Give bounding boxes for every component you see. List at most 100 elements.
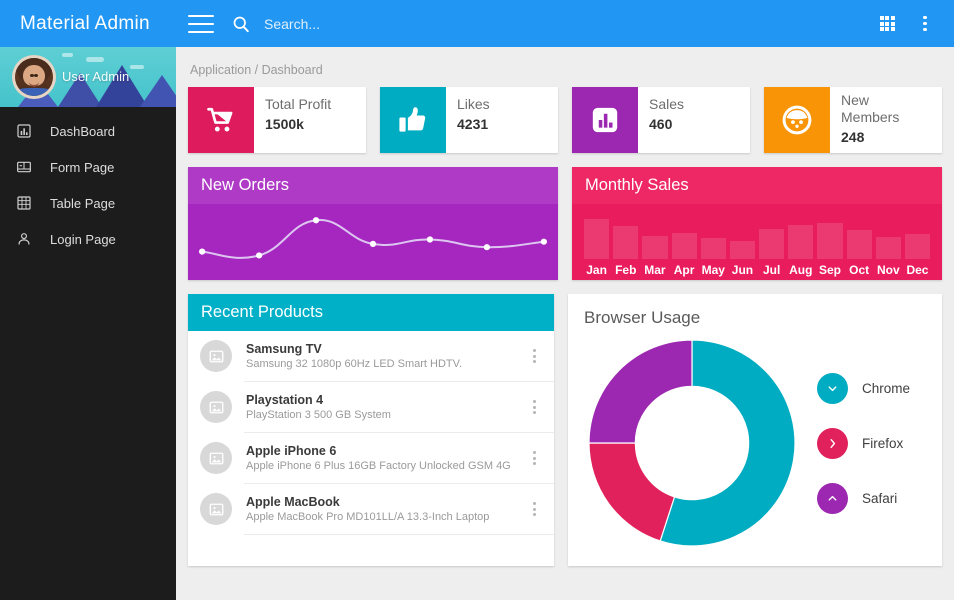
product-list: Samsung TVSamsung 32 1080p 60Hz LED Smar… bbox=[188, 331, 554, 535]
list-item[interactable]: Samsung TVSamsung 32 1080p 60Hz LED Smar… bbox=[188, 331, 554, 381]
donut-chart-wrapper bbox=[584, 337, 799, 549]
bar bbox=[905, 234, 930, 259]
bar-column: Mar bbox=[642, 204, 667, 279]
sidebar: User Admin DashBoard bbox=[0, 47, 176, 600]
image-placeholder-icon bbox=[200, 493, 232, 525]
sidebar-profile[interactable]: User Admin bbox=[0, 47, 176, 107]
bar bbox=[759, 229, 784, 259]
sidebar-item-label: Login Page bbox=[50, 232, 116, 247]
browser-usage-panel: Browser Usage ChromeFirefoxSafari bbox=[568, 294, 942, 566]
more-vertical-icon[interactable] bbox=[525, 349, 544, 363]
shopping-cart-icon bbox=[188, 87, 254, 153]
grid-icon bbox=[880, 16, 895, 31]
search-input[interactable] bbox=[264, 10, 870, 38]
bar-label: Dec bbox=[905, 259, 930, 279]
stat-label: New Members bbox=[841, 92, 915, 126]
bar-label: Jun bbox=[730, 259, 755, 279]
product-text: Apple MacBookApple MacBook Pro MD101LL/A… bbox=[246, 494, 525, 525]
bar-column: Jun bbox=[730, 204, 755, 279]
donut-chart-svg bbox=[586, 337, 798, 549]
bar-column: Apr bbox=[672, 204, 697, 279]
sidebar-item-login-page[interactable]: Login Page bbox=[0, 221, 176, 257]
apps-grid-button[interactable] bbox=[870, 4, 904, 44]
legend-item-chrome[interactable]: Chrome bbox=[817, 373, 926, 404]
form-icon bbox=[16, 159, 50, 175]
bar-label: Jan bbox=[584, 259, 609, 279]
product-description: Apple iPhone 6 Plus 16GB Factory Unlocke… bbox=[246, 459, 525, 474]
bar-label: Jul bbox=[759, 259, 784, 279]
stat-value: 4231 bbox=[457, 115, 558, 133]
more-vertical-icon[interactable] bbox=[525, 502, 544, 516]
chevron-down-icon bbox=[817, 373, 848, 404]
face-icon bbox=[764, 87, 830, 153]
sidebar-item-label: DashBoard bbox=[50, 124, 115, 139]
cloud-shape bbox=[86, 57, 104, 62]
sidebar-nav: DashBoard Form Page bbox=[0, 107, 176, 257]
search-icon[interactable] bbox=[228, 14, 254, 34]
new-orders-line-chart bbox=[188, 204, 558, 279]
bar-label: Nov bbox=[876, 259, 901, 279]
sidebar-item-form-page[interactable]: Form Page bbox=[0, 149, 176, 185]
stat-card-likes[interactable]: Likes 4231 bbox=[380, 87, 558, 153]
product-text: Playstation 4PlayStation 3 500 GB System bbox=[246, 392, 525, 423]
bar bbox=[642, 236, 667, 259]
chevron-right-icon bbox=[817, 428, 848, 459]
bar-column: Sep bbox=[817, 204, 842, 279]
bar bbox=[730, 241, 755, 259]
bar bbox=[788, 225, 813, 259]
legend-item-safari[interactable]: Safari bbox=[817, 483, 926, 514]
hamburger-icon[interactable] bbox=[188, 15, 214, 33]
brand-label: Material Admin bbox=[20, 13, 150, 35]
more-vertical-icon[interactable] bbox=[525, 451, 544, 465]
stat-body: Sales 460 bbox=[638, 87, 750, 153]
hamburger-bar bbox=[188, 23, 214, 25]
legend-label: Safari bbox=[862, 491, 897, 506]
image-placeholder-icon bbox=[200, 340, 232, 372]
profile-name: User Admin bbox=[62, 69, 129, 84]
search-field-wrapper bbox=[264, 10, 870, 38]
bar-column: Jan bbox=[584, 204, 609, 279]
bar bbox=[701, 238, 726, 259]
dashboard-page: Material Admin bbox=[0, 0, 954, 600]
product-description: PlayStation 3 500 GB System bbox=[246, 408, 525, 423]
monthly-sales-bar-chart: JanFebMarAprMayJunJulAugSepOctNovDec bbox=[572, 204, 942, 279]
product-description: Apple MacBook Pro MD101LL/A 13.3-Inch La… bbox=[246, 510, 525, 525]
list-item[interactable]: Playstation 4PlayStation 3 500 GB System bbox=[188, 382, 554, 432]
stat-card-new-members[interactable]: New Members 248 bbox=[764, 87, 942, 153]
list-item[interactable]: Apple MacBookApple MacBook Pro MD101LL/A… bbox=[188, 484, 554, 534]
legend-item-firefox[interactable]: Firefox bbox=[817, 428, 926, 459]
line-chart-svg bbox=[188, 204, 558, 279]
stat-body: Total Profit 1500k bbox=[254, 87, 366, 153]
product-name: Apple iPhone 6 bbox=[246, 443, 525, 459]
thumb-up-icon bbox=[380, 87, 446, 153]
sidebar-item-label: Form Page bbox=[50, 160, 114, 175]
bar-label: Feb bbox=[613, 259, 638, 279]
product-description: Samsung 32 1080p 60Hz LED Smart HDTV. bbox=[246, 357, 525, 372]
charts-row: New Orders Monthly Sales JanFebMarAprMay… bbox=[176, 167, 954, 280]
stat-value: 248 bbox=[841, 128, 942, 146]
stat-card-total-profit[interactable]: Total Profit 1500k bbox=[188, 87, 366, 153]
avatar[interactable] bbox=[12, 55, 56, 99]
product-name: Samsung TV bbox=[246, 341, 525, 357]
stats-row: Total Profit 1500k Likes 4231 bbox=[176, 87, 954, 153]
bar bbox=[672, 233, 697, 259]
bar-column: Nov bbox=[876, 204, 901, 279]
recent-products-panel: Recent Products Samsung TVSamsung 32 108… bbox=[188, 294, 554, 566]
stat-value: 460 bbox=[649, 115, 750, 133]
topbar-actions bbox=[870, 4, 954, 44]
sidebar-item-dashboard[interactable]: DashBoard bbox=[0, 113, 176, 149]
brand-title: Material Admin bbox=[0, 0, 176, 47]
bar-column: Feb bbox=[613, 204, 638, 279]
stat-card-sales[interactable]: Sales 460 bbox=[572, 87, 750, 153]
person-icon bbox=[16, 231, 50, 247]
bar-label: May bbox=[701, 259, 726, 279]
more-vertical-icon bbox=[923, 16, 927, 32]
bar-label: Mar bbox=[642, 259, 667, 279]
more-vertical-icon[interactable] bbox=[525, 400, 544, 414]
list-item[interactable]: Apple iPhone 6Apple iPhone 6 Plus 16GB F… bbox=[188, 433, 554, 483]
recent-products-title: Recent Products bbox=[188, 294, 554, 331]
sidebar-item-table-page[interactable]: Table Page bbox=[0, 185, 176, 221]
bar bbox=[847, 230, 872, 259]
chart-bar-icon bbox=[16, 123, 50, 139]
overflow-menu-button[interactable] bbox=[908, 4, 942, 44]
